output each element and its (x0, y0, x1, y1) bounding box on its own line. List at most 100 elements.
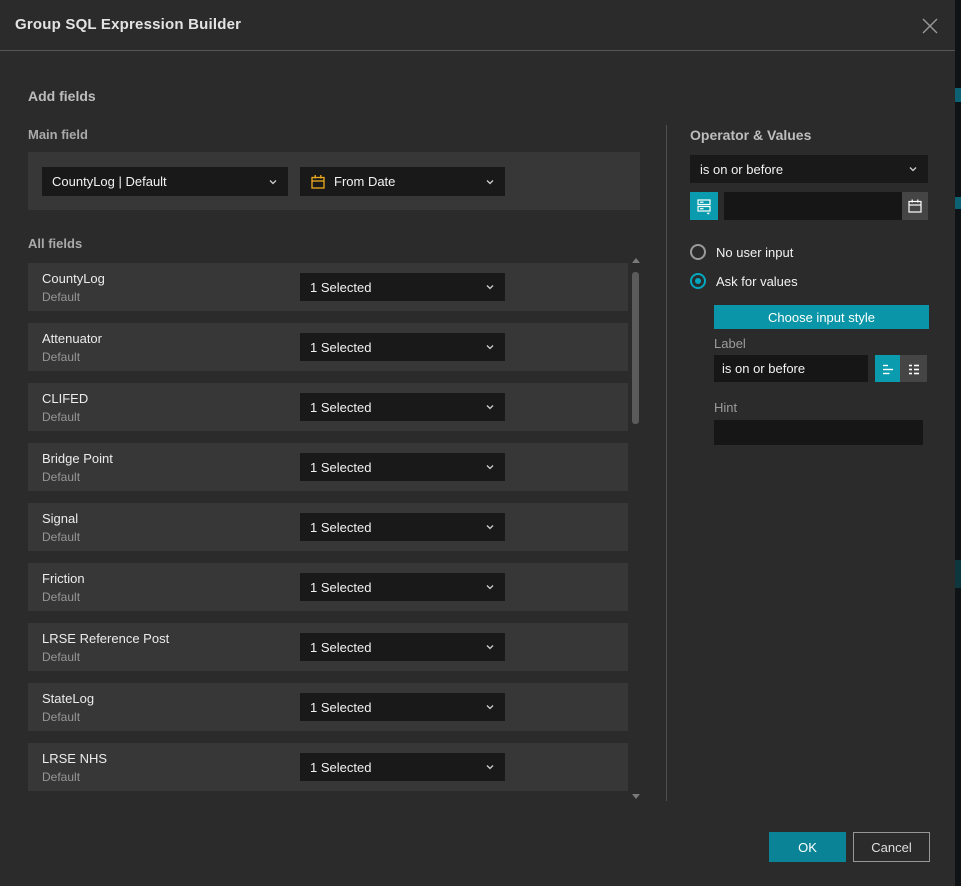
scrollbar-down-arrow-icon[interactable] (632, 794, 640, 799)
field-row: LRSE NHS Default 1 Selected (28, 743, 628, 791)
main-field-field-dropdown-label: From Date (334, 174, 479, 189)
chevron-down-icon (908, 164, 918, 174)
calendar-icon (907, 198, 923, 214)
chevron-down-icon (485, 177, 495, 187)
radio-no-user-input[interactable]: No user input (690, 244, 793, 260)
chevron-down-icon (485, 522, 495, 532)
main-field-dataset-dropdown-label: CountyLog | Default (52, 174, 262, 189)
field-name: CountyLog (42, 271, 105, 286)
add-fields-heading: Add fields (28, 88, 96, 104)
align-left-icon (880, 361, 896, 377)
field-selected-dropdown[interactable]: 1 Selected (300, 693, 505, 721)
field-name: Friction (42, 571, 85, 586)
field-selected-dropdown-label: 1 Selected (310, 760, 479, 775)
field-name: LRSE NHS (42, 751, 107, 766)
cancel-button[interactable]: Cancel (853, 832, 930, 862)
main-field-panel: CountyLog | Default From Date (28, 152, 640, 210)
all-fields-list: CountyLog Default 1 Selected Attenuator … (28, 263, 628, 792)
field-row: Friction Default 1 Selected (28, 563, 628, 611)
value-input-type-button[interactable] (690, 192, 718, 220)
list-style-button[interactable] (900, 355, 927, 382)
stacked-inputs-icon (695, 197, 713, 215)
field-selected-dropdown[interactable]: 1 Selected (300, 633, 505, 661)
value-calendar-button[interactable] (902, 192, 928, 220)
field-row: CLIFED Default 1 Selected (28, 383, 628, 431)
field-subtitle: Default (42, 410, 80, 424)
ok-button[interactable]: OK (769, 832, 846, 862)
main-field-dataset-dropdown[interactable]: CountyLog | Default (42, 167, 288, 196)
radio-circle-icon (690, 244, 706, 260)
operator-dropdown-label: is on or before (700, 162, 902, 177)
field-subtitle: Default (42, 770, 80, 784)
radio-no-user-input-label: No user input (716, 245, 793, 260)
radio-selected-icon (690, 273, 706, 289)
chevron-down-icon (485, 702, 495, 712)
field-name: StateLog (42, 691, 94, 706)
choose-input-style-button[interactable]: Choose input style (714, 305, 929, 329)
field-selected-dropdown-label: 1 Selected (310, 280, 479, 295)
list-icon (906, 361, 922, 377)
field-selected-dropdown-label: 1 Selected (310, 700, 479, 715)
background-accent (955, 88, 961, 102)
field-subtitle: Default (42, 350, 80, 364)
field-selected-dropdown-label: 1 Selected (310, 580, 479, 595)
single-line-style-button[interactable] (875, 355, 900, 382)
field-name: LRSE Reference Post (42, 631, 169, 646)
field-name: Signal (42, 511, 78, 526)
chevron-down-icon (485, 462, 495, 472)
dialog-title: Group SQL Expression Builder (15, 16, 241, 33)
field-selected-dropdown-label: 1 Selected (310, 640, 479, 655)
field-selected-dropdown-label: 1 Selected (310, 460, 479, 475)
label-caption: Label (714, 336, 746, 351)
field-selected-dropdown[interactable]: 1 Selected (300, 453, 505, 481)
hint-input[interactable] (714, 420, 923, 445)
list-scrollbar[interactable] (630, 256, 642, 801)
all-fields-heading: All fields (28, 236, 82, 251)
chevron-down-icon (485, 642, 495, 652)
chevron-down-icon (485, 342, 495, 352)
field-name: Bridge Point (42, 451, 113, 466)
field-subtitle: Default (42, 290, 80, 304)
field-row: LRSE Reference Post Default 1 Selected (28, 623, 628, 671)
radio-ask-for-values[interactable]: Ask for values (690, 273, 798, 289)
chevron-down-icon (485, 402, 495, 412)
close-icon[interactable] (919, 15, 941, 37)
field-row: StateLog Default 1 Selected (28, 683, 628, 731)
field-selected-dropdown-label: 1 Selected (310, 520, 479, 535)
vertical-divider (666, 125, 667, 801)
scrollbar-thumb[interactable] (632, 272, 639, 424)
field-subtitle: Default (42, 530, 80, 544)
group-sql-expression-builder-dialog: Group SQL Expression Builder Add fields … (0, 0, 955, 886)
field-row: Bridge Point Default 1 Selected (28, 443, 628, 491)
chevron-down-icon (485, 582, 495, 592)
dialog-header: Group SQL Expression Builder (0, 0, 955, 51)
field-subtitle: Default (42, 650, 80, 664)
field-name: Attenuator (42, 331, 102, 346)
field-row: CountyLog Default 1 Selected (28, 263, 628, 311)
field-selected-dropdown[interactable]: 1 Selected (300, 393, 505, 421)
field-selected-dropdown[interactable]: 1 Selected (300, 573, 505, 601)
background-app-sliver (955, 0, 961, 886)
field-selected-dropdown[interactable]: 1 Selected (300, 753, 505, 781)
label-input[interactable] (714, 355, 868, 382)
scrollbar-up-arrow-icon[interactable] (632, 258, 640, 263)
radio-ask-for-values-label: Ask for values (716, 274, 798, 289)
main-field-heading: Main field (28, 127, 88, 142)
field-row: Signal Default 1 Selected (28, 503, 628, 551)
background-accent (955, 560, 961, 588)
chevron-down-icon (268, 177, 278, 187)
value-input[interactable] (724, 192, 902, 220)
field-row: Attenuator Default 1 Selected (28, 323, 628, 371)
field-subtitle: Default (42, 710, 80, 724)
main-field-field-dropdown[interactable]: From Date (300, 167, 505, 196)
operator-values-heading: Operator & Values (690, 127, 811, 143)
operator-dropdown[interactable]: is on or before (690, 155, 928, 183)
field-selected-dropdown[interactable]: 1 Selected (300, 333, 505, 361)
field-subtitle: Default (42, 590, 80, 604)
chevron-down-icon (485, 762, 495, 772)
field-selected-dropdown[interactable]: 1 Selected (300, 513, 505, 541)
hint-caption: Hint (714, 400, 737, 415)
field-selected-dropdown[interactable]: 1 Selected (300, 273, 505, 301)
field-name: CLIFED (42, 391, 88, 406)
chevron-down-icon (485, 282, 495, 292)
